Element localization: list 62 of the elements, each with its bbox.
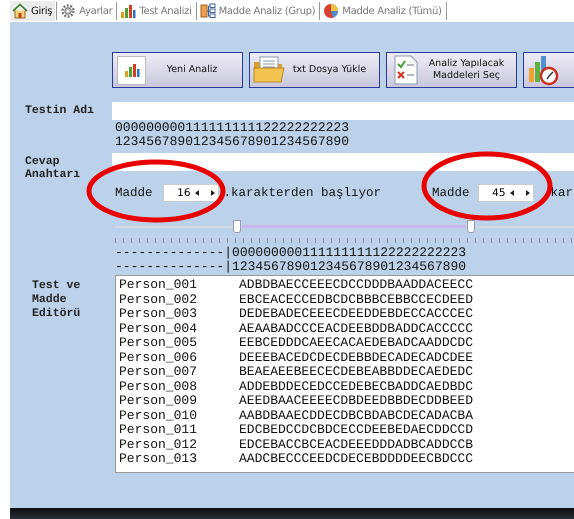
- diagram-icon: [200, 3, 216, 19]
- person-id: Person_008: [119, 380, 198, 394]
- ruler-text: 123456789012345678901234567890: [115, 135, 350, 149]
- answer-string: DEEEBACEDCDECDEBBDECADECADCDEE: [239, 350, 474, 365]
- person-id: Person_004: [119, 322, 198, 336]
- answer-string: AABDBAAECDDECDBCBDABCDECADACBA: [239, 408, 474, 423]
- item-suffix: .karakterden başlıyor: [224, 186, 382, 200]
- person-id: Person_001: [119, 278, 198, 292]
- checklist-icon: [393, 55, 419, 85]
- toolbar-button[interactable]: Yeni Analiz: [112, 52, 243, 88]
- answer-string: EBCEACECCEDBCDCBBBCEBBCCECDEED: [239, 292, 474, 307]
- person-id: Person_009: [119, 394, 198, 408]
- answer-string: AEEDBAACEEEECDBDEEDBBDECDDBEED: [239, 394, 474, 408]
- arrows-icon: [510, 188, 530, 196]
- house-icon: [12, 3, 28, 19]
- person-id: Person_007: [119, 365, 198, 380]
- text-editor[interactable]: [115, 275, 574, 473]
- answer-string: ADBDBAECCEEECDCCDDDBAADDACEECC: [239, 278, 474, 292]
- person-id: Person_003: [119, 307, 198, 322]
- answer-string: AADCBECCCEEDCDECEBDDDDEECBDCCC: [239, 452, 474, 466]
- tab[interactable]: Giriş: [10, 1, 56, 21]
- person-id: Person_012: [119, 438, 198, 452]
- tab[interactable]: Madde Analiz (Tümü): [321, 1, 445, 21]
- answer-string: BEAEAEEBEECECDEBEABBDDECAEDEDC: [239, 365, 474, 380]
- ruler-text: --------------|123456789012345678901234567890: [115, 260, 468, 274]
- ruler-text: --------------|000000000111111111122222222223: [115, 246, 468, 260]
- item-label: Madde: [115, 186, 153, 200]
- answer-string: EEBCEDDDCAEECACAEDEBADCAADDCDC: [239, 336, 474, 350]
- answer-string: EDCBEDCCDCBDCECCDEEBEDAECDDCCD: [239, 423, 474, 438]
- person-id: Person_010: [119, 408, 198, 423]
- pie-chart-icon: [323, 3, 340, 19]
- bar-chart-icon: [124, 62, 140, 78]
- tab[interactable]: Ayarlar: [58, 1, 116, 21]
- item-suffix: kar: [550, 186, 574, 200]
- person-id: Person_005: [119, 336, 198, 350]
- number-spinner[interactable]: 45: [478, 184, 534, 202]
- person-id: Person_013: [119, 452, 198, 466]
- ruler-text: 000000000111111111122222222223: [115, 121, 350, 135]
- person-id: Person_002: [119, 292, 198, 307]
- bar-chart-icon: [120, 3, 136, 19]
- arrows-icon: [194, 188, 215, 196]
- test-name-field[interactable]: [112, 102, 574, 120]
- answer-string: ADDEBDDECEDCCEDEBECBADDCAEDBDC: [239, 380, 474, 394]
- answer-string: EDCEBACCBCEACDEEEDDDADBCADDCCB: [239, 438, 474, 452]
- field-label: Cevap Anahtarı: [24, 154, 82, 181]
- tab[interactable]: Test Analizi: [118, 1, 195, 21]
- settings-icon: [60, 3, 76, 19]
- editor-label: Test ve Madde Editörü: [31, 278, 82, 322]
- person-id: Person_006: [119, 350, 198, 365]
- field-label: Testin Adı: [24, 103, 96, 117]
- chart-clock-icon: [527, 54, 559, 86]
- item-label: Madde: [432, 186, 470, 200]
- tab[interactable]: Madde Analiz (Grup): [198, 1, 318, 21]
- answer-string: AEAABADCCCEACDEEBDDBADDCACCCCC: [239, 322, 474, 336]
- toolbar-button[interactable]: txt Dosya Yükle: [249, 52, 380, 88]
- toolbar-button[interactable]: Analiz Yapılacak Maddeleri Seç: [386, 52, 517, 88]
- folder-icon: [253, 56, 285, 84]
- slider-thumb[interactable]: [467, 220, 476, 233]
- number-spinner[interactable]: 16: [162, 184, 219, 202]
- answer-string: DEDEBADECEEECDEEDDEBDECCACCCEC: [239, 307, 474, 322]
- slider-thumb[interactable]: [233, 220, 242, 233]
- person-id: Person_011: [119, 423, 198, 438]
